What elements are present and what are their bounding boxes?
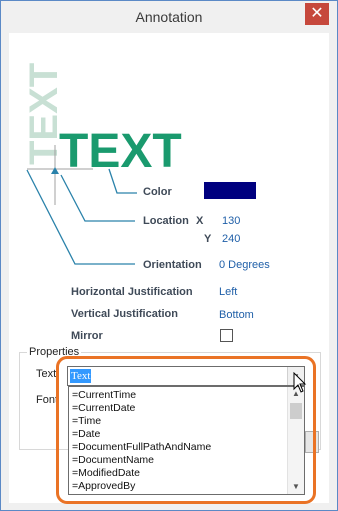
location-x-label: X: [196, 215, 204, 227]
horizontal-justification-label: Horizontal Justification: [71, 286, 193, 298]
orientation-label: Orientation: [143, 259, 202, 271]
title-bar: Annotation ✕: [1, 1, 337, 33]
orientation-value[interactable]: 0 Degrees: [219, 259, 270, 271]
font-label: Font: [36, 394, 59, 406]
close-button[interactable]: ✕: [305, 3, 329, 25]
annotation-preview: TEXT TEXT: [22, 63, 182, 265]
text-label: Text: [36, 368, 57, 380]
mirror-checkbox[interactable]: [220, 329, 233, 342]
vertical-justification-value[interactable]: Bottom: [219, 309, 254, 321]
color-swatch[interactable]: [204, 182, 256, 199]
mouse-cursor-icon: [293, 372, 307, 393]
horizontal-justification-value[interactable]: Left: [219, 286, 237, 298]
callout-highlight: [56, 356, 316, 504]
preview-text: TEXT: [59, 125, 182, 178]
location-y-label: Y: [204, 233, 212, 245]
window-title: Annotation: [135, 9, 203, 25]
anchor-arrow-icon: [51, 167, 59, 174]
location-label: Location: [143, 215, 189, 227]
location-y-value[interactable]: 240: [222, 233, 240, 245]
mirror-label: Mirror: [71, 330, 103, 342]
orientation-leader-line: [26, 169, 135, 265]
color-label: Color: [143, 186, 172, 198]
location-x-value[interactable]: 130: [222, 215, 240, 227]
location-leader-line: [60, 174, 135, 222]
close-icon: ✕: [310, 5, 324, 22]
vertical-justification-label: Vertical Justification: [71, 308, 178, 320]
